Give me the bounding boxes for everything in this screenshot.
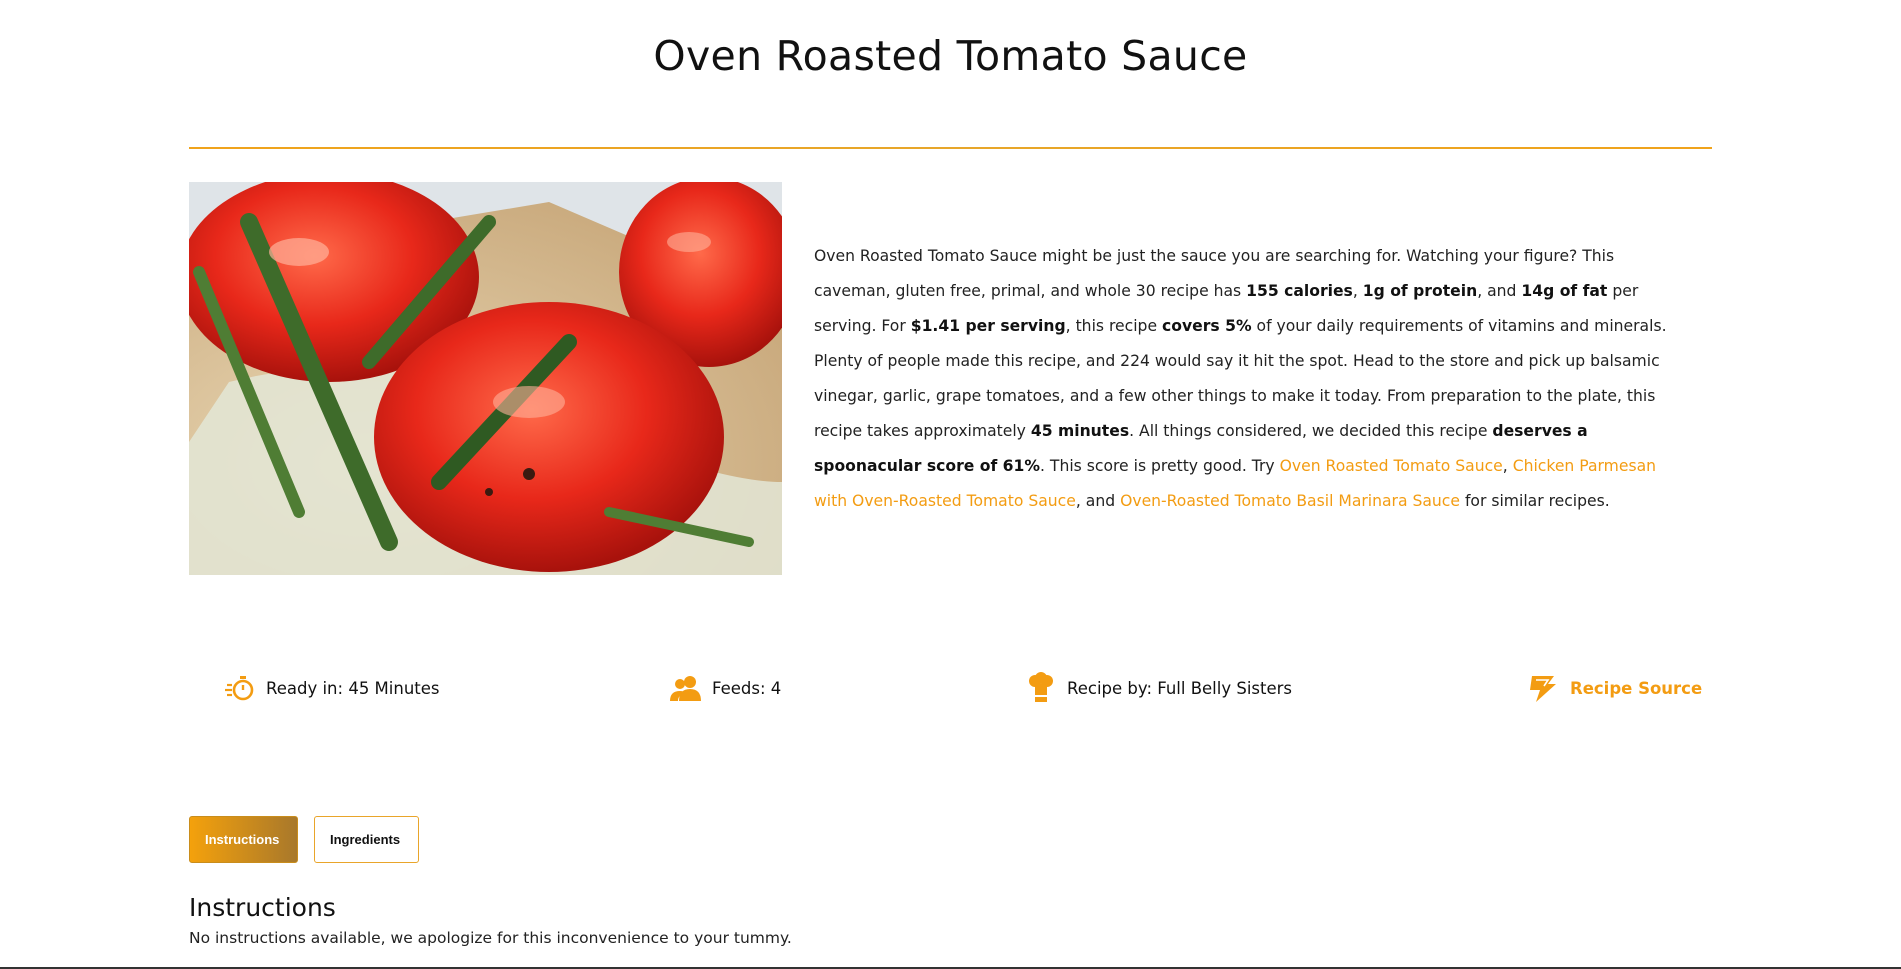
servings-label: Feeds: 4 — [712, 678, 782, 698]
source-link-icon — [1528, 672, 1560, 704]
title-divider — [189, 147, 1712, 149]
recipe-author-label: Recipe by: Full Belly Sisters — [1067, 678, 1293, 698]
instructions-heading: Instructions — [189, 893, 336, 922]
recipe-page: Oven Roasted Tomato Sauce Oven Roasted T… — [0, 0, 1901, 969]
recipe-image — [189, 182, 782, 575]
page-title: Oven Roasted Tomato Sauce — [653, 32, 1248, 80]
recipe-tabs: Instructions Ingredients — [189, 816, 419, 863]
ready-time: Ready in: 45 Minutes — [224, 670, 440, 706]
tab-ingredients[interactable]: Ingredients — [314, 816, 419, 863]
chef-hat-icon — [1025, 672, 1057, 704]
recipe-summary: Oven Roasted Tomato Sauce might be just … — [814, 247, 1667, 510]
users-icon — [670, 672, 702, 704]
recipe-source-label: Recipe Source — [1570, 678, 1703, 698]
recipe-source-link[interactable]: Recipe Source — [1528, 670, 1702, 706]
similar-recipe-link-3[interactable]: Oven-Roasted Tomato Basil Marinara Sauce — [1120, 492, 1460, 510]
ready-time-label: Ready in: 45 Minutes — [266, 678, 440, 698]
instructions-text: No instructions available, we apologize … — [189, 929, 792, 947]
tab-instructions[interactable]: Instructions — [189, 816, 298, 863]
servings: Feeds: 4 — [670, 670, 781, 706]
recipe-author: Recipe by: Full Belly Sisters — [1025, 670, 1292, 706]
stopwatch-icon — [224, 672, 256, 704]
similar-recipe-link-1[interactable]: Oven Roasted Tomato Sauce — [1280, 457, 1503, 475]
recipe-meta-row: Ready in: 45 Minutes Feeds: 4 Recipe by:… — [189, 670, 1712, 710]
